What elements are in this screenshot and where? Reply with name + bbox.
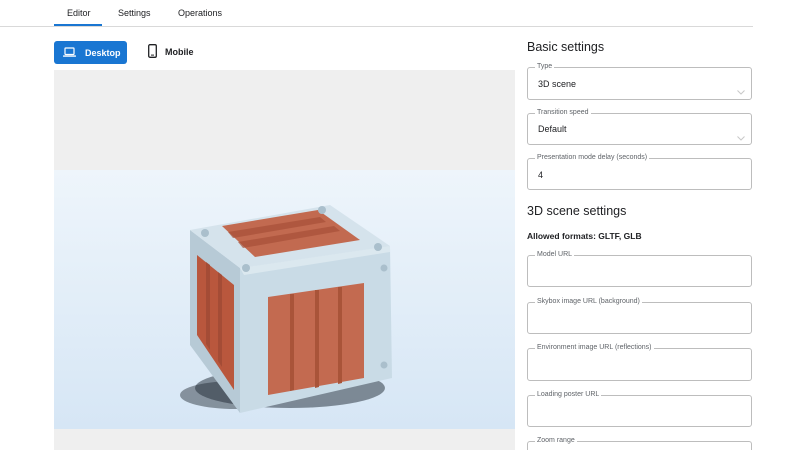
active-tab-indicator [54,24,102,26]
presentation-delay-value: 4 [538,170,544,180]
laptop-icon [63,47,76,58]
presentation-delay-input[interactable]: Presentation mode delay (seconds) 4 [527,154,752,190]
mobile-view-label: Mobile [165,47,194,57]
mobile-view-button[interactable]: Mobile [148,43,194,61]
chevron-down-icon [737,128,745,141]
desktop-view-label: Desktop [85,47,121,58]
type-select[interactable]: Type 3D scene [527,63,752,100]
skybox-url-label: Skybox image URL (background) [535,298,642,305]
tab-settings[interactable]: Settings [118,8,151,18]
transition-speed-value: Default [538,124,567,134]
model-url-input[interactable]: Model URL [527,251,752,287]
chevron-down-icon [737,82,745,95]
basic-settings-heading: Basic settings [527,40,605,54]
crate-model [180,205,392,413]
desktop-view-button[interactable]: Desktop [54,41,127,64]
tab-editor[interactable]: Editor [67,8,91,18]
transition-speed-select[interactable]: Transition speed Default [527,109,752,145]
3d-scene-viewer[interactable] [54,170,515,429]
environment-url-input[interactable]: Environment image URL (reflections) [527,344,752,381]
transition-speed-label: Transition speed [535,109,591,116]
scene-settings-heading: 3D scene settings [527,204,627,218]
tab-bar: Editor Settings Operations [0,0,753,27]
zoom-range-input[interactable]: Zoom range [527,437,752,450]
zoom-range-label: Zoom range [535,437,577,444]
presentation-delay-label: Presentation mode delay (seconds) [535,154,650,161]
model-url-label: Model URL [535,251,575,258]
poster-url-input[interactable]: Loading poster URL [527,391,752,427]
type-label: Type [535,63,555,70]
environment-url-label: Environment image URL (reflections) [535,344,654,351]
skybox-url-input[interactable]: Skybox image URL (background) [527,298,752,334]
tab-operations[interactable]: Operations [178,8,222,18]
smartphone-icon [148,44,157,60]
poster-url-label: Loading poster URL [535,391,602,398]
allowed-formats-text: Allowed formats: GLTF, GLB [527,231,642,241]
type-value: 3D scene [538,79,577,89]
